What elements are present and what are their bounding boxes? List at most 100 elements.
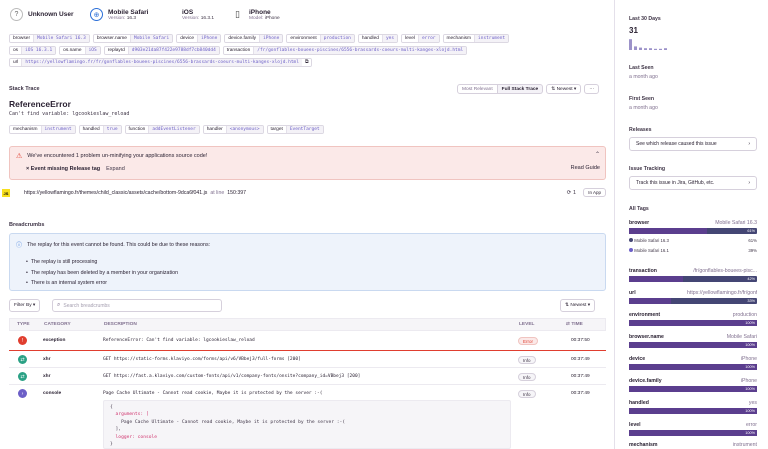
more-options-button[interactable]: ··· (584, 84, 600, 94)
mech-target: target EventTarget (266, 125, 324, 134)
warning-icon: ⚠ (16, 153, 23, 160)
tag-bar: 100% (629, 386, 757, 392)
row-time: 00:37:49 (571, 357, 590, 362)
sparkline-bar[interactable] (644, 48, 647, 50)
tag-summary-device[interactable]: device iPhone 100% (629, 356, 757, 370)
tag-summary-environment[interactable]: environment production 100% (629, 312, 757, 326)
table-row[interactable]: ⇄ xhr GET https://static-forms.klaviyo.c… (9, 351, 606, 368)
expand-link[interactable]: Expand (106, 166, 125, 172)
releases-label: Releases (629, 127, 652, 133)
breadcrumbs-heading: Breadcrumbs (9, 222, 45, 228)
chevron-right-icon: › (748, 180, 750, 186)
context-os[interactable]: iOS Version: 16.3.1 (164, 8, 214, 21)
context-user[interactable]: ? Unknown User (10, 8, 74, 21)
context-device-title: iPhone (249, 8, 271, 16)
tag-replay-id[interactable]: replayId d903e21da87f422e9788df7cb840dd4 (103, 46, 220, 55)
sort-newest-button[interactable]: ⇅ Newest ▾ (546, 84, 582, 94)
in-app-badge[interactable]: In App (583, 188, 606, 197)
context-os-version: Version: 16.3.1 (182, 15, 215, 21)
tag-device-family[interactable]: device.family iPhone (224, 34, 284, 43)
tag-url[interactable]: url https://yellowflamingo.fr/fr/gonflabl… (9, 58, 313, 67)
breadcrumb-sort-button[interactable]: ⇅ Newest ▾ (560, 299, 596, 312)
sparkline-bar[interactable] (629, 39, 632, 50)
tag-transaction[interactable]: transaction/fr/gonflables-bouees-piscine… (222, 46, 468, 55)
reason-item: • There is an internal system error (26, 280, 108, 286)
issue-tracking-button[interactable]: Track this issue in Jira, GitHub, etc. › (629, 176, 757, 190)
tag-summary-transaction[interactable]: transaction/fr/gonflables-bouees-pisc...… (629, 268, 757, 282)
frame-url: https://yellowflamingo.fr/themes/child_c… (24, 190, 208, 196)
tags-row-3: url https://yellowflamingo.fr/fr/gonflabl… (9, 58, 313, 67)
tag-summary-mechanism[interactable]: mechanism instrument (629, 442, 757, 448)
tag-summary-browser[interactable]: browser Mobile Safari 16.3 61% Mobile Saf… (629, 220, 757, 253)
search-placeholder: Search breadcrumbs (63, 302, 110, 309)
sparkline-bar[interactable] (659, 48, 662, 50)
tag-mechanism[interactable]: mechanism instrument (442, 34, 510, 43)
first-seen-value: a month ago (629, 105, 658, 111)
event-sparkline[interactable] (629, 38, 757, 50)
xhr-icon: ⇄ (18, 355, 27, 364)
col-level: LEVEL (519, 322, 535, 327)
sparkline-bar[interactable] (639, 47, 642, 50)
stack-frame[interactable]: JS https://yellowflamingo.fr/themes/chil… (0, 185, 614, 201)
tag-summary-level[interactable]: level error 100% (629, 422, 757, 436)
mech-handler: handler <anonymous> (202, 125, 264, 134)
row-description: GET https://static-forms.klaviyo.com/for… (103, 357, 301, 362)
info-icon: ⓘ (16, 243, 23, 249)
reason-item: • The replay is still processing (26, 259, 98, 265)
row-description: ReferenceError: Can't find variable: lgc… (103, 338, 255, 343)
external-link-icon[interactable]: ⧉ (301, 59, 312, 66)
read-guide-link[interactable]: Read Guide (571, 165, 600, 171)
tag-value-row[interactable]: Mobile Safari 16.1 39% (629, 248, 757, 253)
tag-os[interactable]: os iOS 16.3.1 (9, 46, 57, 55)
collapse-icon[interactable]: ⌃ (595, 151, 600, 158)
frame-at-line: at line (210, 190, 225, 196)
tag-environment[interactable]: environment production (286, 34, 355, 43)
tag-device[interactable]: device iPhone (176, 34, 222, 43)
phone-icon: ▯ (235, 9, 240, 19)
row-description: GET https://fast.a.klaviyo.com/custom-fo… (103, 374, 361, 379)
tag-browser-name[interactable]: browser.name Mobile Safari (92, 34, 174, 43)
full-stack-trace-button[interactable]: Full Stack Trace (497, 84, 544, 94)
issue-main: ? Unknown User ⊕ Mobile Safari Version: … (0, 0, 614, 449)
tag-summary-url[interactable]: urlhttps://yellowflamingo.fr/fr/gonflabl… (629, 290, 757, 304)
context-device[interactable]: ▯ iPhone Model: iPhone (231, 8, 280, 21)
tag-bar: 100% (629, 408, 757, 414)
table-row[interactable]: ⇄ xhr GET https://fast.a.klaviyo.com/cus… (9, 368, 606, 385)
tags-row-2: os iOS 16.3.1 os.name iOS replayId d903e21d… (9, 46, 468, 55)
table-row[interactable]: › console Page Cache Ultimate - Cannot r… (9, 385, 606, 449)
breadcrumb-search[interactable]: ⌕ Search breadcrumbs (52, 299, 222, 312)
replay-info-banner: ⓘ The replay for this event cannot be fo… (9, 233, 606, 291)
unminify-warning: ⚠ We've encountered 1 problem un-minifyi… (9, 146, 606, 180)
tag-handled[interactable]: handled yes (357, 34, 399, 43)
error-type: ReferenceError (9, 99, 71, 109)
tag-summary-browser-name[interactable]: browser.name Mobile Safari 100% (629, 334, 757, 348)
tag-os-name[interactable]: os.name iOS (59, 46, 101, 55)
tag-bar: 100% (629, 342, 757, 348)
sparkline-bar[interactable] (664, 48, 667, 50)
stack-trace-heading: Stack Trace (9, 86, 40, 92)
sparkline-bar[interactable] (654, 48, 657, 50)
tag-summary-device-family[interactable]: device.family iPhone 100% (629, 378, 757, 392)
issue-sidebar: Last 30 Days 31 Last Seen a month ago Fi… (614, 0, 768, 449)
search-icon: ⌕ (57, 302, 61, 308)
safari-icon: ⊕ (90, 8, 103, 21)
context-device-model: Model: iPhone (249, 15, 280, 21)
row-category: xhr (43, 357, 51, 362)
console-icon: › (18, 389, 27, 398)
context-browser[interactable]: ⊕ Mobile Safari Version: 16.3 (90, 8, 148, 21)
most-relevant-button[interactable]: Most Relevant (457, 84, 498, 94)
tag-value-row[interactable]: Mobile Safari 16.3 61% (629, 238, 757, 243)
refresh-icon: ⟳ (566, 190, 572, 196)
frame-line-number: 150:397 (227, 190, 246, 196)
tag-level[interactable]: level error (401, 34, 440, 43)
tag-bar: 61% (629, 228, 757, 234)
tag-browser[interactable]: browser Mobile Safari 16.3 (9, 34, 90, 43)
filter-by-button[interactable]: Filter By ▾ (9, 299, 41, 312)
col-type: TYPE (17, 322, 30, 327)
tag-summary-handled[interactable]: handled yes 100% (629, 400, 757, 414)
releases-button[interactable]: See which release caused this issue › (629, 137, 757, 151)
sparkline-bar[interactable] (649, 48, 652, 50)
sparkline-bar[interactable] (634, 46, 637, 50)
table-row[interactable]: ! exception ReferenceError: Can't find v… (9, 332, 606, 351)
row-level: Error (518, 337, 538, 345)
